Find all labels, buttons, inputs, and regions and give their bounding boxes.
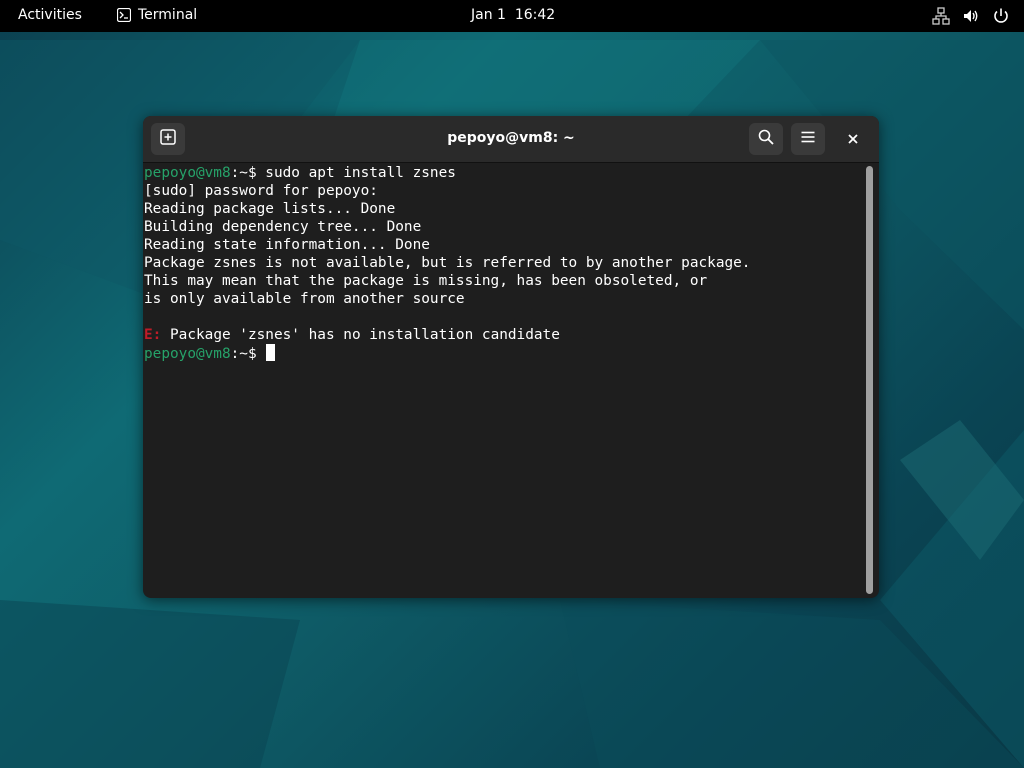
terminal-app-icon bbox=[116, 7, 132, 23]
prompt-path: :~$ bbox=[230, 346, 266, 362]
terminal-line: Reading state information... Done bbox=[144, 237, 430, 253]
terminal-line: is only available from another source bbox=[144, 291, 465, 307]
top-bar: Activities Terminal Jan 1 16:42 bbox=[0, 0, 1024, 32]
clock[interactable]: Jan 1 16:42 bbox=[471, 7, 555, 23]
main-menu-button[interactable] bbox=[791, 123, 825, 155]
terminal-line: pepoyo@vm8:~$ sudo apt install zsnes bbox=[144, 164, 456, 182]
prompt-user: pepoyo@vm8 bbox=[144, 165, 231, 181]
activities-button[interactable]: Activities bbox=[18, 7, 82, 23]
command-text: sudo apt install zsnes bbox=[265, 165, 456, 181]
text-cursor bbox=[266, 344, 276, 361]
vertical-scrollbar[interactable] bbox=[866, 166, 873, 594]
prompt-user: pepoyo@vm8 bbox=[144, 346, 231, 362]
network-icon bbox=[932, 7, 950, 25]
close-icon bbox=[847, 130, 859, 149]
volume-icon bbox=[962, 7, 980, 25]
app-menu-label: Terminal bbox=[138, 7, 198, 23]
terminal-line: [sudo] password for pepoyo: bbox=[144, 183, 378, 199]
terminal-line: Package zsnes is not available, but is r… bbox=[144, 255, 751, 271]
prompt-path: :~$ bbox=[230, 165, 266, 181]
terminal-line: This may mean that the package is missin… bbox=[144, 273, 708, 289]
hamburger-menu-icon bbox=[800, 129, 816, 149]
terminal-line: Building dependency tree... Done bbox=[144, 219, 422, 235]
system-status-area[interactable] bbox=[932, 7, 1010, 25]
terminal-line: pepoyo@vm8:~$ bbox=[144, 344, 276, 363]
app-menu[interactable]: Terminal bbox=[116, 7, 198, 23]
terminal-output[interactable]: pepoyo@vm8:~$ sudo apt install zsnes [su… bbox=[143, 163, 865, 598]
error-message: Package 'zsnes' has no installation cand… bbox=[170, 327, 560, 343]
window-headerbar[interactable]: pepoyo@vm8: ~ bbox=[143, 116, 879, 163]
power-icon bbox=[992, 7, 1010, 25]
search-icon bbox=[758, 129, 774, 149]
terminal-window: pepoyo@vm8: ~ pepoyo@vm8:~$ sudo apt ins… bbox=[143, 116, 879, 598]
error-prefix: E: bbox=[144, 327, 162, 343]
close-button[interactable] bbox=[841, 127, 865, 151]
search-button[interactable] bbox=[749, 123, 783, 155]
error-line: E: Package 'zsnes' has no installation c… bbox=[144, 326, 560, 344]
terminal-line: Reading package lists... Done bbox=[144, 201, 396, 217]
